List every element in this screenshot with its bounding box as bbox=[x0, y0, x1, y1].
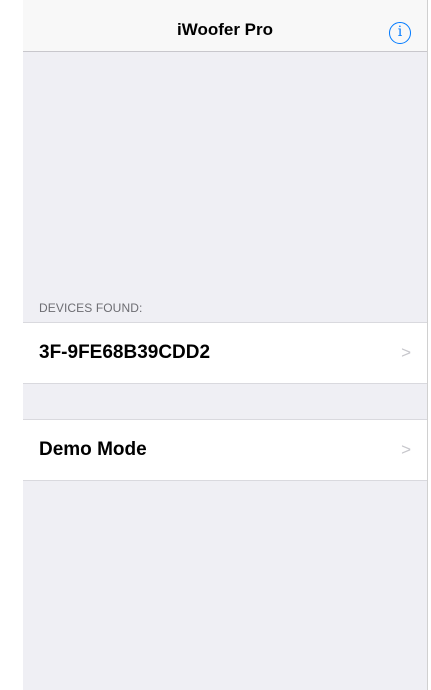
device-list-item[interactable]: 3F-9FE68B39CDD2 > bbox=[23, 322, 427, 384]
demo-mode-item[interactable]: Demo Mode > bbox=[23, 419, 427, 481]
chevron-right-icon: > bbox=[401, 440, 411, 459]
page-title: iWoofer Pro bbox=[176, 20, 274, 39]
frame-edge-divider bbox=[427, 0, 428, 690]
demo-mode-label: Demo Mode bbox=[39, 439, 147, 460]
app-screen: iWoofer Pro i DEVICES FOUND: 3F-9FE68B39… bbox=[23, 0, 427, 690]
info-glyph: i bbox=[397, 24, 403, 40]
info-circle-icon[interactable]: i bbox=[389, 22, 411, 44]
devices-found-header: DEVICES FOUND: bbox=[39, 301, 143, 315]
navigation-bar: iWoofer Pro i bbox=[23, 0, 427, 52]
chevron-right-icon: > bbox=[401, 343, 411, 362]
device-id-label: 3F-9FE68B39CDD2 bbox=[39, 342, 211, 363]
